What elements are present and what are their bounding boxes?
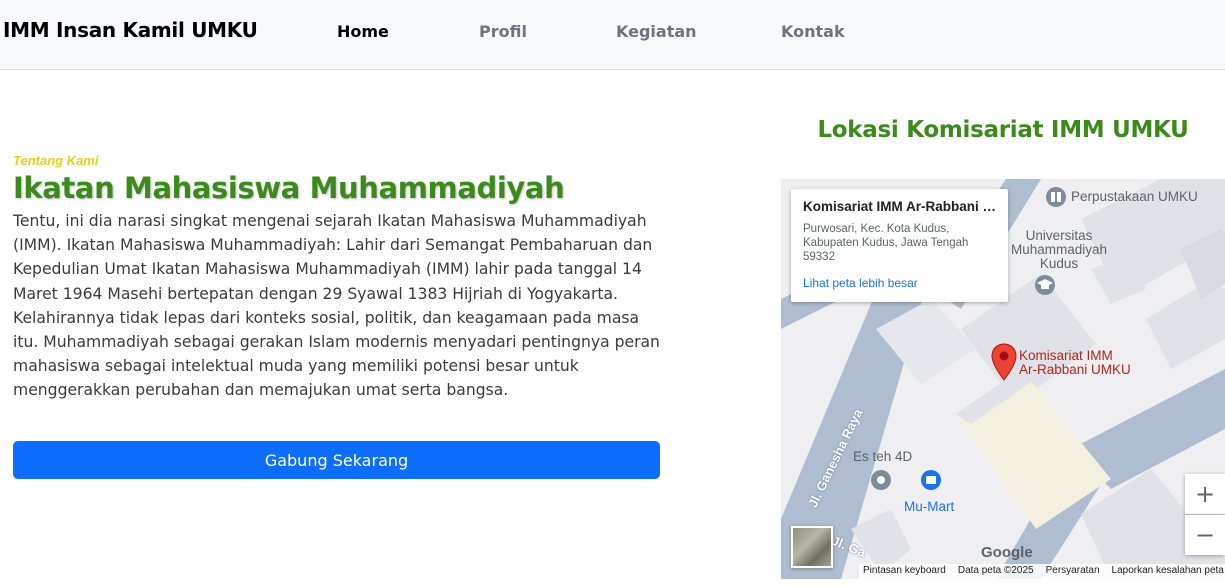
- nav-link-kegiatan[interactable]: Kegiatan: [616, 22, 697, 41]
- university-label[interactable]: Universitas Muhammadiyah Kudus: [1011, 229, 1107, 271]
- location-title: Lokasi Komisariat IMM UMKU: [817, 117, 1189, 143]
- brand-logo-text[interactable]: IMM Insan Kamil UMKU: [3, 18, 258, 42]
- es-teh-poi-icon[interactable]: [870, 469, 892, 491]
- google-logo: Google: [981, 544, 1033, 561]
- google-logo-text: Google: [981, 544, 1033, 561]
- zoom-in-button[interactable]: +: [1185, 474, 1225, 514]
- map-place-title: Komisariat IMM Ar-Rabbani U...: [803, 199, 999, 214]
- terms-link[interactable]: Persyaratan: [1046, 565, 1100, 578]
- location-pin-icon[interactable]: [991, 343, 1017, 381]
- navbar: IMM Insan Kamil UMKU Home Profil Kegiata…: [0, 0, 1225, 70]
- map-info-card: Komisariat IMM Ar-Rabbani U... Purwosari…: [791, 189, 1008, 302]
- map-data-credit: Data peta ©2025: [957, 565, 1034, 576]
- nav-link-profil[interactable]: Profil: [479, 22, 527, 41]
- section-title: Ikatan Mahasiswa Muhammadiyah: [13, 171, 565, 205]
- university-poi-icon[interactable]: [1034, 274, 1056, 296]
- nav-link-kontak[interactable]: Kontak: [781, 22, 845, 41]
- nav-link-home[interactable]: Home: [337, 22, 389, 41]
- map-place-address: Purwosari, Kec. Kota Kudus, Kabupaten Ku…: [803, 223, 969, 263]
- join-now-button[interactable]: Gabung Sekarang: [13, 441, 660, 479]
- plus-icon: +: [1194, 480, 1216, 508]
- zoom-out-button[interactable]: −: [1185, 515, 1225, 555]
- view-larger-map-link[interactable]: Lihat peta lebih besar: [803, 276, 996, 290]
- library-poi-icon[interactable]: [1045, 186, 1067, 208]
- es-teh-label[interactable]: Es teh 4D: [853, 449, 912, 464]
- shopping-poi-icon[interactable]: [920, 469, 942, 491]
- mu-mart-label[interactable]: Mu-Mart: [904, 499, 954, 514]
- embedded-map[interactable]: Komisariat IMM Ar-Rabbani U... Purwosari…: [781, 179, 1225, 579]
- pin-label-line1: Komisariat IMM: [1019, 348, 1113, 363]
- university-label-line2: Muhammadiyah: [1011, 242, 1108, 257]
- pin-label[interactable]: Komisariat IMM Ar-Rabbani UMKU: [1019, 349, 1131, 377]
- section-eyebrow: Tentang Kami: [13, 153, 99, 168]
- library-label[interactable]: Perpustakaan UMKU: [1071, 189, 1198, 204]
- university-label-line1: Universitas: [1025, 228, 1093, 243]
- map-attribution-bar: Pintasan keyboard Data peta ©2025 Persya…: [859, 564, 1225, 579]
- keyboard-shortcuts-link[interactable]: Pintasan keyboard: [863, 565, 946, 578]
- university-label-line3: Kudus: [1039, 256, 1079, 271]
- pin-label-line2: Ar-Rabbani UMKU: [1019, 362, 1131, 377]
- satellite-layer-toggle[interactable]: [791, 526, 833, 568]
- minus-icon: −: [1194, 521, 1216, 549]
- report-error-link[interactable]: Laporkan kesalahan peta: [1112, 565, 1224, 578]
- section-description: Tentu, ini dia narasi singkat mengenai s…: [13, 212, 660, 400]
